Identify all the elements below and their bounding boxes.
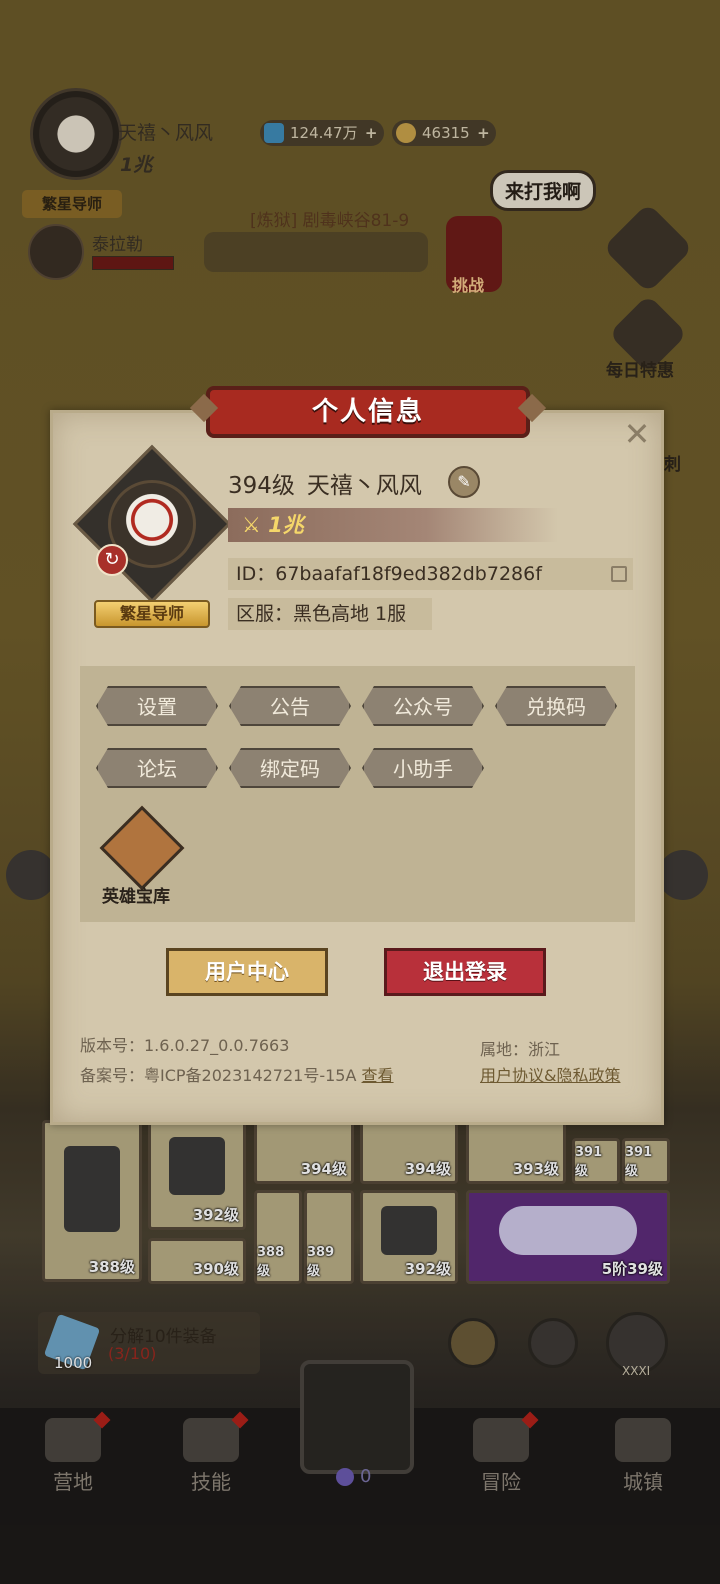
icp-text: 备案号：粤ICP备2023142721号-15A [80, 1066, 357, 1085]
player-id[interactable]: ID：67baafaf18f9ed382db7286f [228, 558, 633, 590]
assistant-button[interactable]: 小助手 [362, 748, 484, 788]
switch-avatar-icon[interactable]: ↻ [96, 544, 128, 576]
player-level: 394级 [228, 473, 295, 499]
bind-code-button[interactable]: 绑定码 [229, 748, 351, 788]
policy-link[interactable]: 用户协议&隐私政策 [480, 1062, 620, 1086]
treasure-chest-icon [99, 805, 185, 891]
level-name-row: 394级 天禧丶风风 [228, 466, 434, 500]
power-value: 1兆 [268, 513, 304, 537]
modal-title: 个人信息 [206, 386, 530, 438]
version-text: 版本号：1.6.0.27_0.0.7663 [80, 1036, 290, 1055]
official-account-button[interactable]: 公众号 [362, 686, 484, 726]
player-name: 天禧丶风风 [306, 473, 422, 499]
user-center-button[interactable]: 用户中心 [166, 948, 328, 996]
server-info: 区服：黑色高地 1服 [228, 598, 432, 630]
forum-button[interactable]: 论坛 [96, 748, 218, 788]
logout-button[interactable]: 退出登录 [384, 948, 546, 996]
swords-icon: ⚔ [242, 513, 269, 537]
icp-view-link[interactable]: 查看 [362, 1066, 394, 1085]
title-badge[interactable]: 繁星导师 [94, 600, 210, 628]
hero-vault-button[interactable] [99, 805, 185, 891]
location-text: 属地：浙江 [480, 1040, 561, 1059]
player-id-text: ID：67baafaf18f9ed382db7286f [236, 563, 542, 585]
settings-button[interactable]: 设置 [96, 686, 218, 726]
power-bar: ⚔ 1兆 [228, 508, 558, 542]
close-icon[interactable]: ✕ [622, 418, 652, 450]
edit-name-icon[interactable]: ✎ [448, 466, 480, 498]
announcement-button[interactable]: 公告 [229, 686, 351, 726]
icp-row: 备案号：粤ICP备2023142721号-15A 查看 [80, 1062, 394, 1086]
hero-vault-label[interactable]: 英雄宝库 [102, 882, 170, 907]
copy-icon[interactable] [611, 566, 627, 582]
redeem-code-button[interactable]: 兑换码 [495, 686, 617, 726]
